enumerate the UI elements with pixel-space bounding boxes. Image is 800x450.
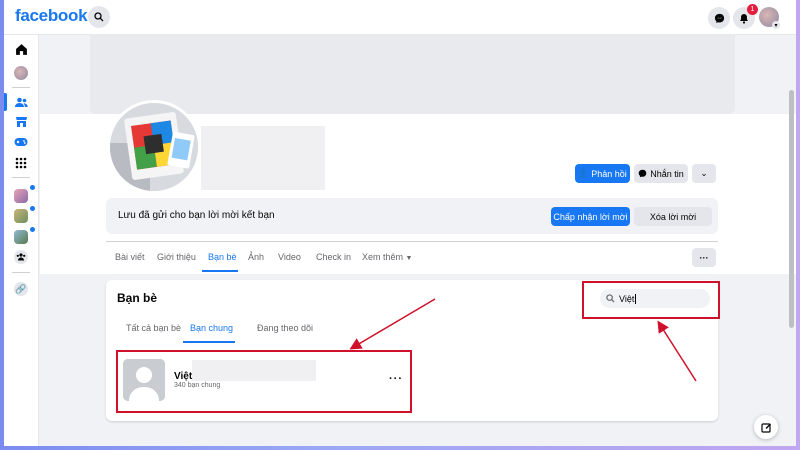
page-scrollbar[interactable] [789, 90, 794, 328]
compose-icon [760, 422, 771, 433]
app-window: facebook 1 ▾ 🔗 👤 Phản hồi Nhắn tin ⌄ Lưu… [4, 0, 796, 446]
arrow-to-search [657, 320, 697, 382]
arrow-to-result [349, 298, 436, 350]
annotation-arrows [349, 298, 697, 382]
new-message-button[interactable] [754, 415, 778, 439]
